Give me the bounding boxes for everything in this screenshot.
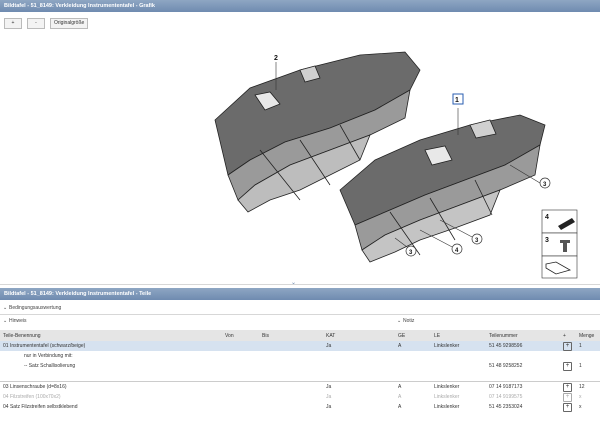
part-le: Linkslenker (434, 394, 460, 400)
chevron-down-icon: ⌄ (3, 318, 8, 324)
part-quantity: x (579, 394, 582, 400)
part-quantity: 12 (576, 381, 600, 392)
part-le: Linkslenker (434, 404, 460, 410)
conditions-label: Bedingungsauswertung (9, 305, 62, 311)
col-header-bis[interactable]: Bis (259, 330, 323, 341)
legend-4: 4 (545, 214, 549, 221)
parts-panel-title: Bildtafel - 51_8149: Verkleidung Instrum… (0, 288, 600, 300)
conditions-row[interactable]: ⌄ Bedingungsauswertung (0, 303, 600, 313)
part-ge: A (395, 381, 431, 392)
part-number: 51 45 2353024 (489, 404, 523, 410)
legend-3: 3 (545, 237, 549, 244)
panel-divider[interactable] (0, 284, 600, 285)
part-quantity: 1 (579, 363, 582, 369)
part-von (222, 341, 259, 351)
part-number: 07 14 9187173 (486, 381, 560, 392)
part-ge: A (395, 341, 431, 351)
part-name: 04 Satz Filzstreifen selbstklebend (3, 404, 78, 410)
table-row[interactable]: 03 Linsenschraube (d=8x16) Ja A Linkslen… (0, 381, 600, 392)
add-to-cart-button[interactable]: + (563, 361, 572, 371)
notiz-label: Notiz (403, 318, 415, 324)
chevron-down-icon: ⌄ (397, 318, 402, 324)
part-kat: Ja (323, 381, 395, 392)
col-header-ge[interactable]: GE (395, 330, 431, 341)
table-row[interactable]: 01 Instrumententafel (schwarz/beige) Ja … (0, 341, 600, 351)
callout-1: 1 (455, 97, 459, 104)
part-name: -- Satz Schallisolierung (24, 363, 76, 369)
add-to-cart-button[interactable]: + (563, 341, 572, 351)
callout-2: 2 (274, 55, 278, 62)
note-label: Hinweis (9, 318, 27, 324)
add-to-cart-button[interactable]: + (563, 392, 572, 402)
table-row[interactable]: 04 Filzstreifen (100x70x2) Ja A Linkslen… (0, 392, 600, 402)
part-le: Linkslenker (431, 381, 486, 392)
col-header-le[interactable]: LE (431, 330, 486, 341)
part-ge: A (398, 404, 402, 410)
part-number: 51 45 9298596 (486, 341, 560, 351)
note-row[interactable]: ⌄ Hinweis ⌄ Notiz (0, 316, 600, 326)
part-number: 51 48 9258252 (489, 363, 523, 369)
part-kat: Ja (326, 394, 332, 400)
part-bis (259, 341, 323, 351)
parts-table: Teile-Benennung Von Bis KAT GE LE Teilen… (0, 330, 600, 412)
dashboard-illustration: 2 1 3 3 4 3 4 3 (214, 51, 578, 279)
splitter-handle-icon[interactable]: ⌄ (291, 279, 296, 286)
part-quantity: 1 (576, 341, 600, 351)
part-ge: A (398, 394, 402, 400)
part-name: 01 Instrumententafel (schwarz/beige) (0, 341, 222, 351)
col-header-kat[interactable]: KAT (323, 330, 395, 341)
part-quantity: x (579, 404, 582, 410)
part-le: Linkslenker (431, 341, 486, 351)
table-row[interactable]: 04 Satz Filzstreifen selbstklebend Ja A … (0, 402, 600, 412)
part-kat: Ja (323, 341, 395, 351)
dashboard-front-drawing (339, 114, 546, 263)
table-header-row: Teile-Benennung Von Bis KAT GE LE Teilen… (0, 330, 600, 341)
col-header-quantity[interactable]: Menge (576, 330, 600, 341)
add-to-cart-button[interactable]: + (563, 402, 572, 412)
chevron-down-icon: ⌄ (3, 305, 8, 311)
part-name: nur in Verbindung mit: (24, 353, 73, 359)
row-divider (0, 314, 600, 315)
add-to-cart-button[interactable]: + (563, 382, 572, 392)
part-kat: Ja (326, 404, 332, 410)
part-number: 07 14 9199575 (489, 394, 523, 400)
col-header-von[interactable]: Von (222, 330, 259, 341)
part-name: 04 Filzstreifen (100x70x2) (3, 394, 61, 400)
col-header-add[interactable]: + (560, 330, 576, 341)
part-name: 03 Linsenschraube (d=8x16) (0, 381, 222, 392)
table-row: nur in Verbindung mit: (0, 351, 600, 361)
table-row (0, 371, 600, 382)
col-header-name[interactable]: Teile-Benennung (0, 330, 222, 341)
table-row[interactable]: -- Satz Schallisolierung 51 48 9258252 +… (0, 361, 600, 371)
col-header-partnumber[interactable]: Teilenummer (486, 330, 560, 341)
graphic-panel-title: Bildtafel - 51_8149: Verkleidung Instrum… (0, 0, 600, 12)
